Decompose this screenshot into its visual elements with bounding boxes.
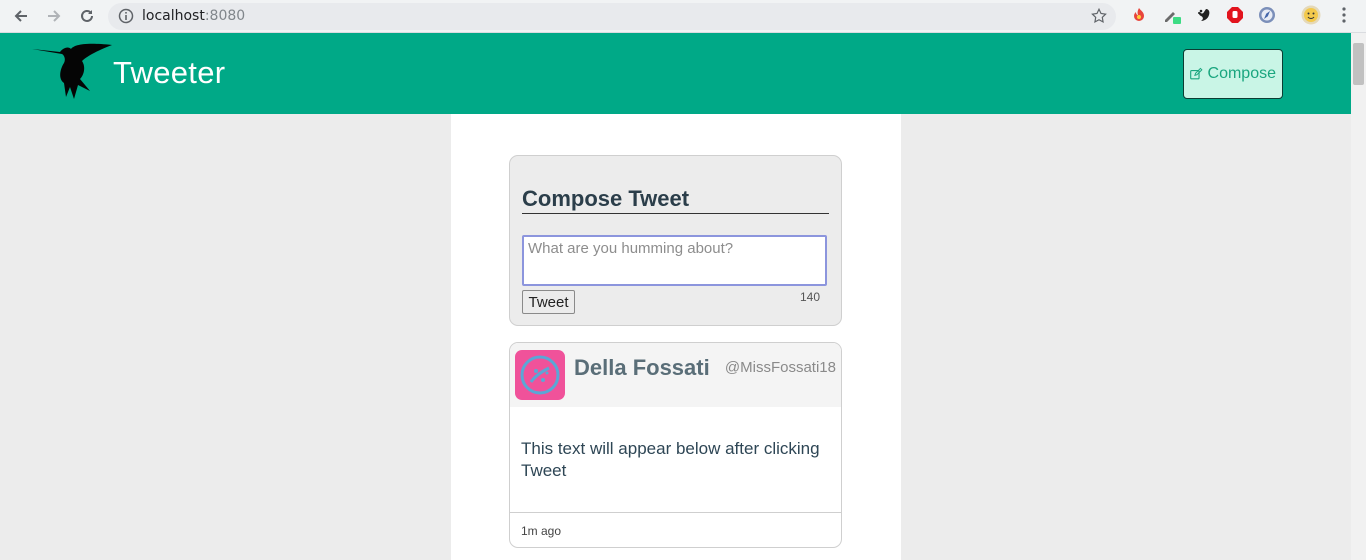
compose-button[interactable]: Compose	[1183, 49, 1283, 99]
tweet-body: This text will appear below after clicki…	[521, 439, 820, 480]
browser-toolbar: localhost:8080	[0, 0, 1366, 33]
app-title: Tweeter	[113, 55, 226, 90]
back-icon[interactable]	[10, 5, 32, 27]
tweet-timestamp: 1m ago	[521, 524, 562, 538]
tweet-footer: 1m ago	[510, 512, 841, 547]
edit-icon	[1190, 67, 1203, 80]
tweet-author-handle: @MissFossati18	[724, 359, 836, 376]
adblock-icon[interactable]	[1225, 5, 1245, 25]
avatar	[515, 350, 565, 400]
gnome-extension-icon[interactable]	[1194, 5, 1214, 25]
menu-kebab-icon[interactable]	[1334, 5, 1354, 25]
info-icon[interactable]	[118, 8, 134, 29]
address-bar[interactable]: localhost:8080	[108, 3, 1116, 30]
forward-icon[interactable]	[43, 5, 65, 27]
tweet-card: Della Fossati @MissFossati18 This text w…	[509, 342, 842, 548]
url-text: localhost:8080	[142, 8, 246, 24]
compose-title: Compose Tweet	[522, 186, 829, 214]
scrollbar-thumb[interactable]	[1353, 43, 1364, 85]
app-header: Tweeter Compose	[0, 33, 1351, 114]
reload-icon[interactable]	[76, 5, 98, 27]
page-scrollbar[interactable]	[1351, 33, 1366, 560]
hummingbird-logo-icon	[30, 41, 114, 106]
main-container: Compose Tweet Tweet 140 Della Fossati @M…	[451, 114, 901, 560]
bookmark-star-icon[interactable]	[1090, 7, 1108, 30]
compass-extension-icon[interactable]	[1257, 5, 1277, 25]
compose-button-label: Compose	[1207, 65, 1276, 82]
tweet-submit-button[interactable]: Tweet	[522, 290, 575, 314]
character-counter: 140	[800, 290, 821, 304]
tweet-header: Della Fossati @MissFossati18	[510, 343, 841, 407]
fire-extension-icon[interactable]	[1129, 5, 1149, 25]
eyedropper-extension-icon[interactable]	[1162, 5, 1182, 25]
compose-tweet-panel: Compose Tweet Tweet 140	[509, 155, 842, 326]
tweet-author-name: Della Fossati	[574, 355, 710, 380]
tweet-textarea[interactable]	[522, 235, 827, 286]
profile-avatar-icon[interactable]	[1301, 5, 1321, 25]
